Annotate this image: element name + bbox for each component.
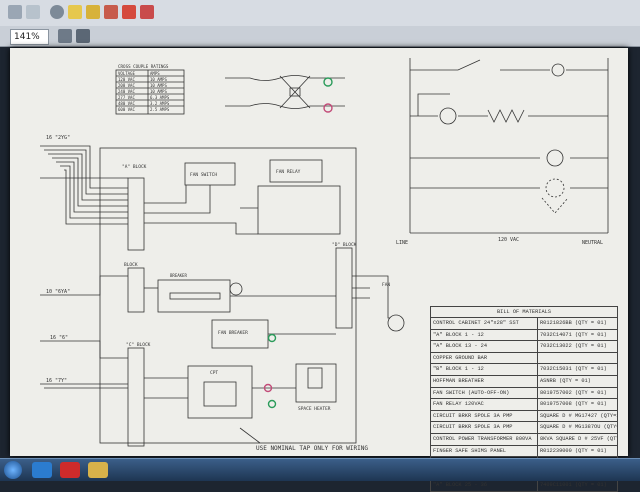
wire-size-cell: 6.3 AMPS	[150, 95, 170, 100]
bom-item: CONTROL CABINET 24"x28" SST	[431, 318, 538, 329]
bom-part-number: 8019757002 (QTY = 01)	[540, 389, 607, 396]
bom-part-number: R012239000 (QTY = 01)	[540, 447, 607, 454]
print-icon[interactable]	[8, 5, 22, 19]
sign-icon[interactable]	[104, 5, 118, 19]
wire-size-cell: 600 VAC	[118, 107, 135, 112]
wire-group-mid2-label: 16 "6"	[50, 335, 68, 341]
bom-part-number: SQUARE D # MG17427 (QTY=1)	[540, 412, 617, 419]
taskbar	[0, 458, 640, 481]
bom-row: FINGER SAFE SHIMS PANEL R012239000 (QTY =…	[430, 444, 618, 457]
wire-size-cell: 240 VAC	[118, 89, 135, 94]
wire-group-top-label: 16 "2YG"	[46, 135, 70, 141]
bom-row: CONTROL POWER TRANSFORMER 800VA 8KVA SQUA…	[430, 432, 618, 445]
bom-title: BILL OF MATERIALS	[430, 306, 618, 317]
bom-item: FAN SWITCH (AUTO-OFF-ON)	[431, 387, 538, 399]
wire-size-title: CROSS COUPLE RATINGS	[118, 64, 169, 69]
wire-size-cell: 3.2 AMPS	[150, 101, 170, 106]
bom-row: CIRCUIT BRKR SPOLE 3A PMP SQUARE D # MG17…	[430, 409, 618, 422]
wire-size-cell: 10 AMPS	[150, 77, 167, 82]
wire-size-cell: VOLTAGE	[118, 71, 135, 76]
wire-size-cell: 120 VAC	[118, 77, 135, 82]
bom-part-number: SQUARE D # MG1387OU (QTY=1)	[540, 424, 617, 431]
wire-size-cell: 277 VAC	[118, 95, 135, 100]
comment-icon[interactable]	[68, 5, 82, 19]
wire-size-cell: 10 AMPS	[150, 89, 167, 94]
bom-part-number: R0121826BB (QTY = 01)	[540, 320, 607, 326]
bom-row: HOFFMAN BREATHER ASNRB (QTY = 01)	[430, 374, 618, 387]
highlight-icon[interactable]	[86, 5, 100, 19]
wire-size-cell: 208 VAC	[118, 83, 135, 88]
bom-row: "A" BLOCK 13 - 24 7032C13022 (QTY = 01)	[430, 340, 618, 352]
folder-icon[interactable]	[88, 462, 108, 478]
wire-size-cell: 10 AMPS	[150, 83, 167, 88]
bom-row: FAN SWITCH (AUTO-OFF-ON) 8019757002 (QTY …	[430, 386, 618, 399]
bom-item: "A" BLOCK 13 - 24	[431, 341, 538, 352]
bom-row: "A" BLOCK 1 - 12 7032C14071 (QTY = 01)	[430, 328, 618, 341]
view-toolbar: 141%	[0, 26, 640, 47]
block-b-label: BLOCK	[124, 262, 138, 268]
wire-group-bot-label: 16 "7Y"	[46, 378, 67, 384]
block-a-label: "A" BLOCK	[122, 164, 147, 170]
bom-row: "B" BLOCK 1 - 12 7032C15031 (QTY = 01)	[430, 363, 618, 375]
bom-item: CONTROL POWER TRANSFORMER 800VA	[431, 433, 538, 445]
zoom-field[interactable]: 141%	[10, 29, 49, 45]
wire-size-cell: 2.5 AMPS	[150, 107, 170, 112]
fullscreen-icon[interactable]	[76, 29, 90, 43]
bom-part-number	[538, 353, 617, 364]
space-heater-label: SPACE HEATER	[298, 406, 331, 412]
bom-part-number: 7032C14071 (QTY = 01)	[540, 331, 607, 338]
document-page: 16 "2YG" 10 "6YA" 16 "6" 16 "7Y" "A" BLO…	[10, 48, 628, 492]
bom-item: "A" BLOCK 25 - 36	[431, 480, 538, 491]
bom-row: "A" BLOCK 25 - 36 7409C11001 (QTY = 01)	[430, 479, 618, 492]
bom-row: CIRCUIT BRKR SPOLE 3A PMP SQUARE D # MG13…	[430, 421, 618, 433]
bom-part-number: 7032C13022 (QTY = 01)	[540, 343, 607, 350]
wire-size-cell: AMPS	[150, 71, 160, 76]
bom-row: FAN RELAY 120VAC 8019757008 (QTY = 01)	[430, 398, 618, 410]
fan-label: FAN	[382, 282, 390, 288]
fan-relay-label: FAN RELAY	[276, 169, 301, 175]
browser-icon[interactable]	[32, 462, 52, 478]
nominal-tap-note: USE NOMINAL TAP ONLY FOR WIRING	[256, 445, 368, 452]
bom-part-number: ASNRB (QTY = 01)	[540, 377, 591, 384]
bom-row: COPPER GROUND BAR	[430, 351, 618, 364]
bom-part-number: 7032C15031 (QTY = 01)	[540, 366, 607, 373]
bom-part-number: 8019757008 (QTY = 01)	[540, 401, 607, 408]
breaker-label: BREAKER	[170, 273, 187, 278]
cpt-label: CPT	[210, 370, 218, 376]
bom-item: HOFFMAN BREATHER	[431, 375, 538, 387]
vac-label: 120 VAC	[498, 237, 519, 243]
attach-icon[interactable]	[140, 5, 154, 19]
bom-item: FAN RELAY 120VAC	[431, 399, 538, 410]
bom-item: COPPER GROUND BAR	[431, 352, 538, 364]
bom-item: "B" BLOCK 1 - 12	[431, 364, 538, 375]
gear-icon[interactable]	[50, 5, 64, 19]
bom-item: CIRCUIT BRKR SPOLE 3A PMP	[431, 422, 538, 433]
bom-part-number: 7409C11001 (QTY = 01)	[540, 482, 607, 489]
bom-part-number: 8KVA SQUARE D # 25VF (QTY=1)	[540, 435, 617, 442]
stamp-icon[interactable]	[122, 5, 136, 19]
bom-row: CONTROL CABINET 24"x28" SST R0121826BB (Q…	[430, 317, 618, 329]
block-c-label: "C" BLOCK	[126, 342, 151, 348]
wire-group-mid1-label: 10 "6YA"	[46, 289, 70, 295]
main-toolbar	[0, 0, 640, 27]
wire-size-cell: 480 VAC	[118, 101, 135, 106]
fan-breaker-label: FAN BREAKER	[218, 330, 248, 336]
block-d-label: "D" BLOCK	[332, 242, 357, 248]
pdf-reader-icon[interactable]	[60, 462, 80, 478]
bom-item: FINGER SAFE SHIMS PANEL	[431, 445, 538, 457]
envelope-icon[interactable]	[26, 5, 40, 19]
line-label: LINE	[396, 240, 408, 246]
start-orb-icon[interactable]	[4, 461, 22, 479]
bom-item: "A" BLOCK 1 - 12	[431, 329, 538, 341]
bom-item: CIRCUIT BRKR SPOLE 3A PMP	[431, 410, 538, 422]
fan-switch-label: FAN SWITCH	[190, 172, 217, 178]
fit-page-icon[interactable]	[58, 29, 72, 43]
neutral-label: NEUTRAL	[582, 240, 603, 246]
